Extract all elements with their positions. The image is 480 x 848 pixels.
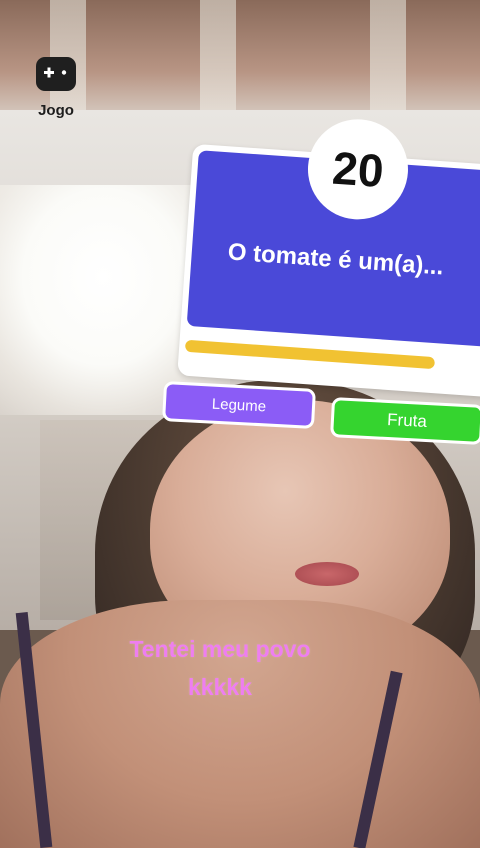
ceiling-beam bbox=[200, 0, 236, 110]
lips bbox=[295, 562, 359, 586]
answer-fruta-label: Fruta bbox=[386, 409, 428, 432]
answer-legume-label: Legume bbox=[211, 395, 267, 415]
caption-line-2: kkkkk bbox=[188, 674, 252, 700]
gamepad-icon bbox=[36, 57, 76, 91]
game-launcher[interactable]: Jogo bbox=[26, 56, 86, 119]
timer-number: 20 bbox=[330, 141, 386, 198]
timer-progress-bar bbox=[184, 339, 436, 370]
question-text: O tomate é um(a)... bbox=[226, 238, 445, 281]
ceiling-beam bbox=[370, 0, 406, 110]
game-label: Jogo bbox=[38, 102, 74, 119]
caption-line-1: Tentei meu povo bbox=[129, 636, 311, 662]
